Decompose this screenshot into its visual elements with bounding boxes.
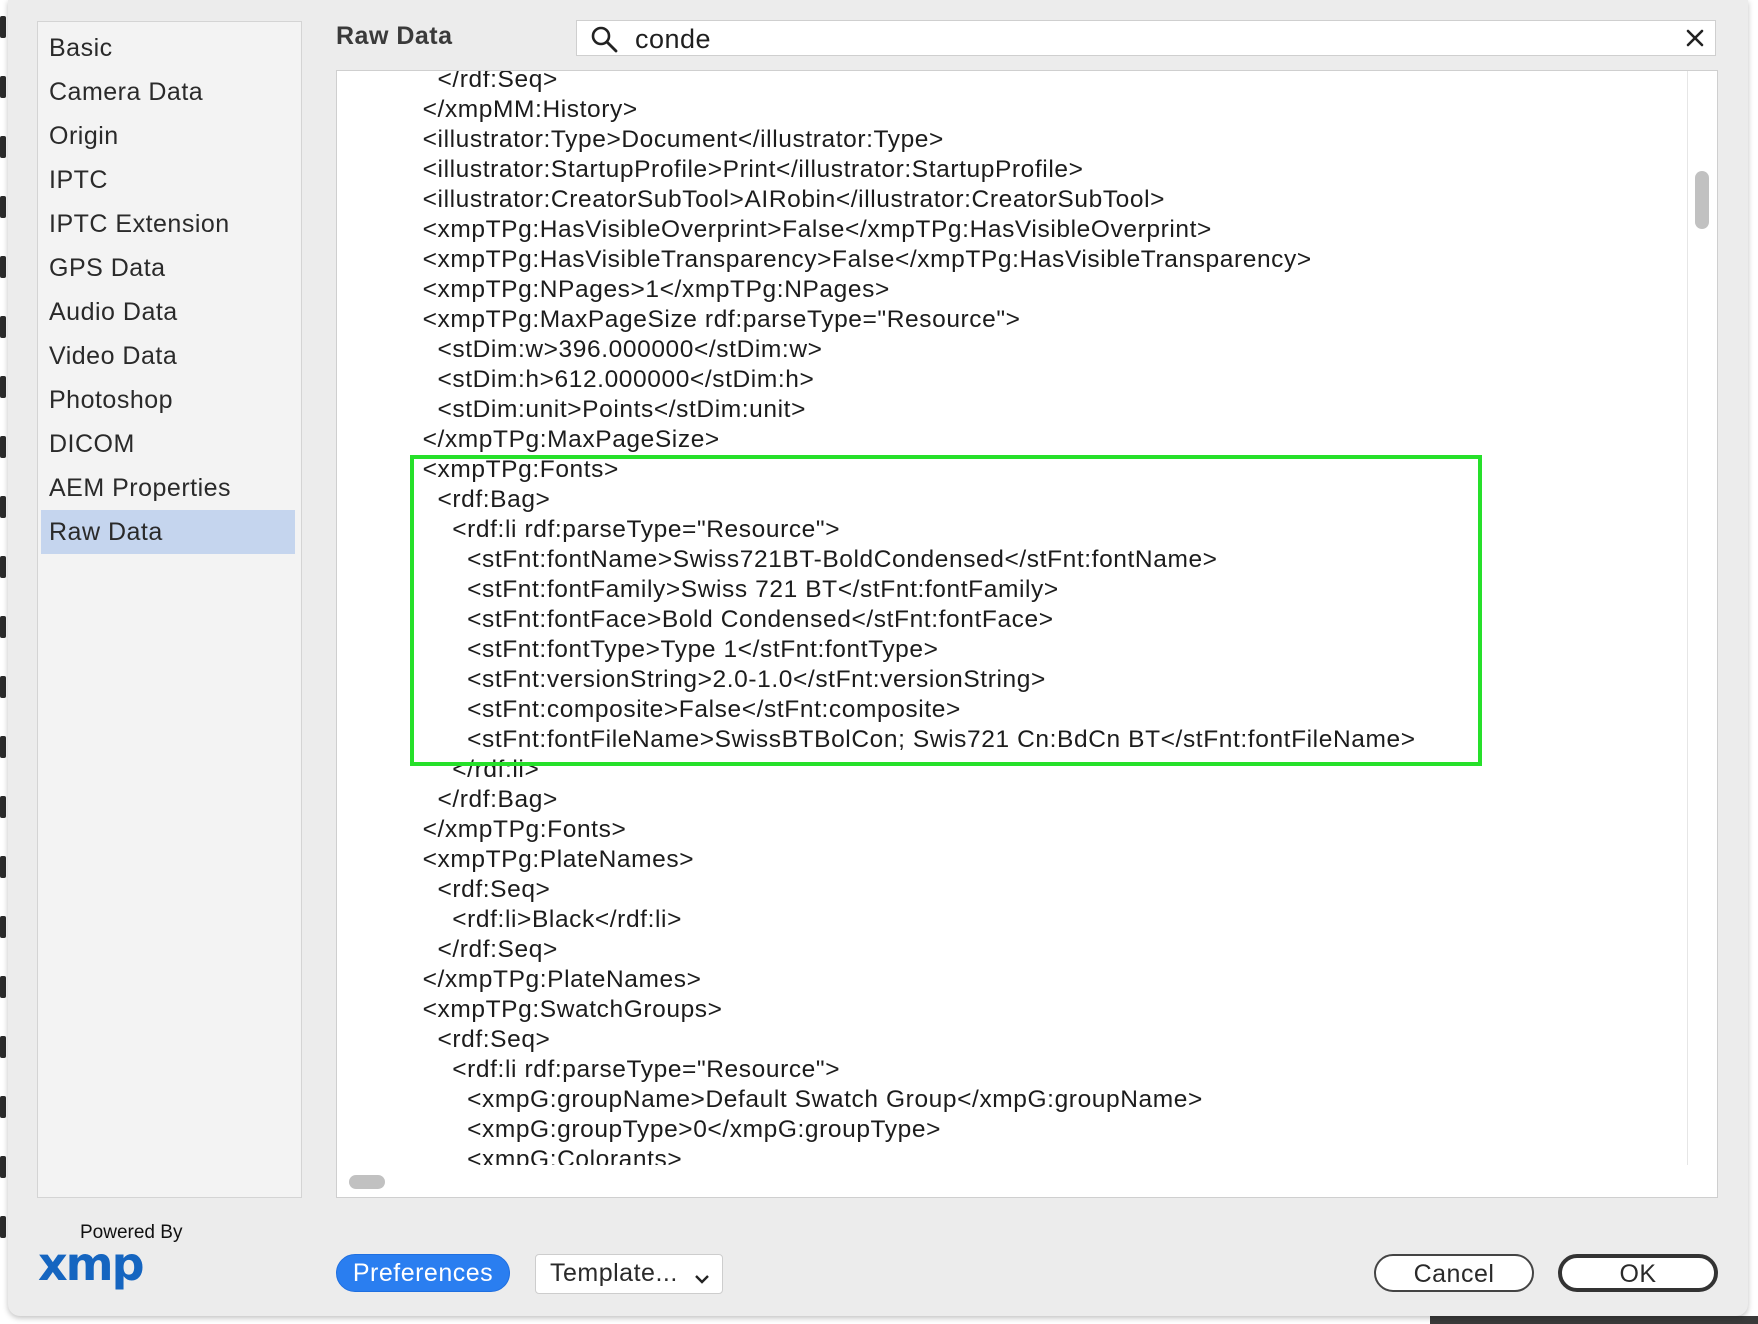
background-window-edge-bottom: [1430, 1316, 1758, 1324]
raw-data-line: </rdf:Seq>: [393, 936, 558, 963]
file-info-dialog: Basic Camera Data Origin IPTC IPTC Exten…: [8, 0, 1748, 1316]
raw-data-line: <rdf:li rdf:parseType="Resource">: [393, 1056, 841, 1083]
raw-data-line: </xmpTPg:PlateNames>: [393, 966, 702, 993]
ok-button[interactable]: OK: [1558, 1254, 1718, 1292]
sidebar-item-audio-data[interactable]: Audio Data: [41, 290, 295, 334]
raw-data-line: <xmpG:groupName>Default Swatch Group</xm…: [393, 1086, 1203, 1113]
raw-data-line: <xmpG:groupType>0</xmpG:groupType>: [393, 1116, 941, 1143]
raw-data-line: <stFnt:fontFamily>Swiss 721 BT</stFnt:fo…: [393, 576, 1059, 603]
raw-data-line: <xmpG:Colorants>: [393, 1146, 683, 1165]
sidebar-item-iptc-extension[interactable]: IPTC Extension: [41, 202, 295, 246]
raw-data-text-area[interactable]: </rdf:Seq> </xmpMM:History> <illustrator…: [337, 71, 1688, 1165]
sidebar-item-camera-data[interactable]: Camera Data: [41, 70, 295, 114]
raw-data-line: </rdf:li>: [393, 756, 540, 783]
raw-data-line: <illustrator:StartupProfile>Print</illus…: [393, 156, 1084, 183]
sidebar-item-photoshop[interactable]: Photoshop: [41, 378, 295, 422]
horizontal-scrollbar-thumb[interactable]: [349, 1175, 385, 1189]
raw-data-line: <stDim:h>612.000000</stDim:h>: [393, 366, 815, 393]
raw-data-line: <stFnt:fontFace>Bold Condensed</stFnt:fo…: [393, 606, 1054, 633]
raw-data-viewer[interactable]: </rdf:Seq> </xmpMM:History> <illustrator…: [336, 70, 1718, 1198]
raw-data-line: </xmpTPg:MaxPageSize>: [393, 426, 720, 453]
raw-data-line: </xmpMM:History>: [393, 96, 638, 123]
svg-text:xmp: xmp: [38, 1244, 143, 1291]
raw-data-line: <stFnt:fontType>Type 1</stFnt:fontType>: [393, 636, 939, 663]
close-icon[interactable]: [1681, 24, 1709, 52]
vertical-scrollbar-thumb[interactable]: [1695, 171, 1709, 229]
xmp-logo-icon: xmp: [38, 1244, 145, 1291]
xmp-logo: Powered By xmp: [38, 1218, 188, 1298]
raw-data-line: <xmpTPg:PlateNames>: [393, 846, 695, 873]
background-window-edge: [0, 0, 8, 1324]
sidebar-item-raw-data[interactable]: Raw Data: [41, 510, 295, 554]
chevron-down-icon: [692, 1263, 712, 1299]
template-dropdown-label: Template...: [550, 1259, 678, 1287]
raw-data-line: <rdf:Seq>: [393, 876, 551, 903]
panel-title: Raw Data: [336, 22, 453, 50]
sidebar-item-iptc[interactable]: IPTC: [41, 158, 295, 202]
search-icon: [589, 24, 619, 59]
search-input[interactable]: [633, 23, 1637, 55]
sidebar-item-dicom[interactable]: DICOM: [41, 422, 295, 466]
raw-data-line: </rdf:Seq>: [393, 71, 558, 93]
preferences-button[interactable]: Preferences: [336, 1254, 510, 1292]
raw-data-line: <stFnt:versionString>2.0-1.0</stFnt:vers…: [393, 666, 1046, 693]
sidebar-item-basic[interactable]: Basic: [41, 26, 295, 70]
raw-data-line: <stDim:w>396.000000</stDim:w>: [393, 336, 823, 363]
raw-data-line: <illustrator:CreatorSubTool>AIRobin</ill…: [393, 186, 1166, 213]
sidebar-item-video-data[interactable]: Video Data: [41, 334, 295, 378]
raw-data-line: <xmpTPg:HasVisibleTransparency>False</xm…: [393, 246, 1312, 273]
category-sidebar: Basic Camera Data Origin IPTC IPTC Exten…: [37, 21, 302, 1198]
cancel-button[interactable]: Cancel: [1374, 1254, 1534, 1292]
raw-data-line: <rdf:Bag>: [393, 486, 551, 513]
sidebar-item-origin[interactable]: Origin: [41, 114, 295, 158]
raw-data-line: <xmpTPg:Fonts>: [393, 456, 619, 483]
raw-data-line: <rdf:li rdf:parseType="Resource">: [393, 516, 841, 543]
sidebar-item-gps-data[interactable]: GPS Data: [41, 246, 295, 290]
raw-data-line: </xmpTPg:Fonts>: [393, 816, 627, 843]
raw-data-line: <stFnt:composite>False</stFnt:composite>: [393, 696, 961, 723]
raw-data-line: <stFnt:fontFileName>SwissBTBolCon; Swis7…: [393, 726, 1416, 753]
sidebar-item-aem-properties[interactable]: AEM Properties: [41, 466, 295, 510]
raw-data-line: <xmpTPg:MaxPageSize rdf:parseType="Resou…: [393, 306, 1021, 333]
raw-data-line: <rdf:li>Black</rdf:li>: [393, 906, 682, 933]
raw-data-line: <xmpTPg:HasVisibleOverprint>False</xmpTP…: [393, 216, 1212, 243]
raw-data-line: <rdf:Seq>: [393, 1026, 551, 1053]
template-dropdown[interactable]: Template...: [535, 1254, 723, 1294]
powered-by-label: Powered By: [80, 1222, 183, 1243]
raw-data-line: <xmpTPg:SwatchGroups>: [393, 996, 723, 1023]
raw-data-line: <xmpTPg:NPages>1</xmpTPg:NPages>: [393, 276, 890, 303]
raw-data-line: <illustrator:Type>Document</illustrator:…: [393, 126, 944, 153]
raw-data-line: <stDim:unit>Points</stDim:unit>: [393, 396, 806, 423]
raw-data-line: <stFnt:fontName>Swiss721BT-BoldCondensed…: [393, 546, 1218, 573]
raw-data-line: </rdf:Bag>: [393, 786, 558, 813]
search-box[interactable]: [576, 20, 1716, 56]
raw-data-lines: </rdf:Seq> </xmpMM:History> <illustrator…: [337, 71, 1687, 1165]
